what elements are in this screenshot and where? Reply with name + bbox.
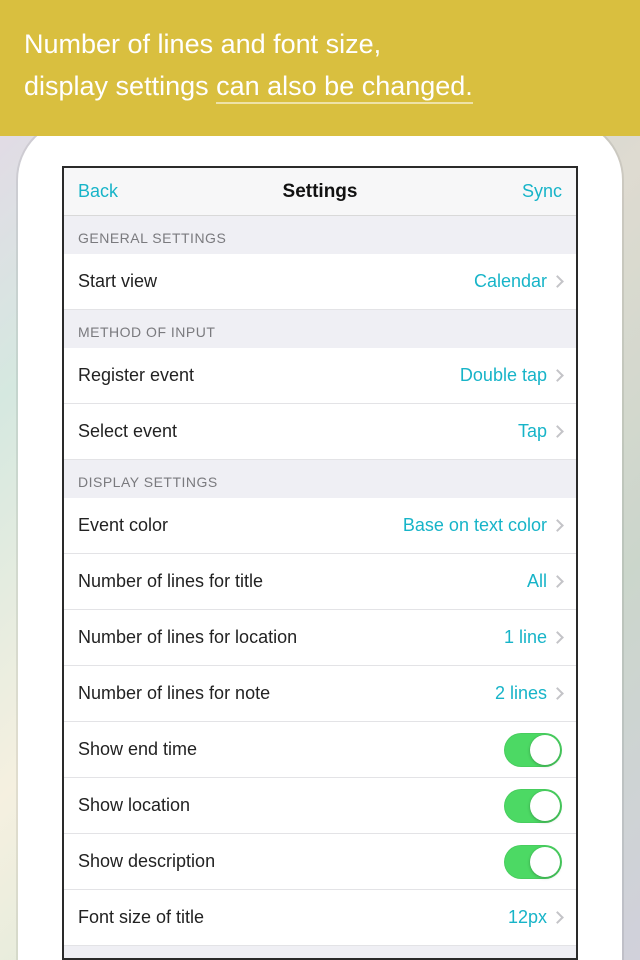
row-label: Register event — [78, 365, 194, 386]
toggle-show-description[interactable] — [504, 845, 562, 879]
row-event-color[interactable]: Event color Base on text color — [64, 498, 576, 554]
row-start-view[interactable]: Start view Calendar — [64, 254, 576, 310]
row-value: 2 lines — [495, 683, 562, 704]
row-value-text: All — [527, 571, 547, 592]
row-label: Number of lines for title — [78, 571, 263, 592]
row-value-text: Double tap — [460, 365, 547, 386]
chevron-right-icon — [551, 631, 564, 644]
row-show-end-time[interactable]: Show end time — [64, 722, 576, 778]
row-lines-title[interactable]: Number of lines for title All — [64, 554, 576, 610]
app-window: Back Settings Sync GENERAL SETTINGS Star… — [62, 166, 578, 960]
row-value-text: Base on text color — [403, 515, 547, 536]
row-value-text: 12px — [508, 907, 547, 928]
row-label: Font size of title — [78, 907, 204, 928]
row-value: Base on text color — [403, 515, 562, 536]
nav-bar: Back Settings Sync — [64, 168, 576, 216]
row-label: Number of lines for location — [78, 627, 297, 648]
row-value-text: 1 line — [504, 627, 547, 648]
section-general: GENERAL SETTINGS — [64, 216, 576, 254]
toggle-knob — [530, 791, 560, 821]
toggle-show-end-time[interactable] — [504, 733, 562, 767]
row-label: Start view — [78, 271, 157, 292]
banner-line2b: can also be changed. — [216, 71, 473, 104]
chevron-right-icon — [551, 425, 564, 438]
chevron-right-icon — [551, 687, 564, 700]
row-value: Double tap — [460, 365, 562, 386]
row-show-description[interactable]: Show description — [64, 834, 576, 890]
row-value-text: Tap — [518, 421, 547, 442]
banner-line2a: display settings — [24, 71, 216, 101]
section-display: DISPLAY SETTINGS — [64, 460, 576, 498]
row-value: Tap — [518, 421, 562, 442]
row-label: Event color — [78, 515, 168, 536]
chevron-right-icon — [551, 519, 564, 532]
chevron-right-icon — [551, 911, 564, 924]
back-button[interactable]: Back — [78, 181, 118, 202]
marketing-banner: Number of lines and font size, display s… — [0, 0, 640, 136]
row-value: All — [527, 571, 562, 592]
row-register-event[interactable]: Register event Double tap — [64, 348, 576, 404]
row-label: Show description — [78, 851, 215, 872]
toggle-knob — [530, 735, 560, 765]
row-value: 1 line — [504, 627, 562, 648]
page-title: Settings — [283, 181, 358, 203]
chevron-right-icon — [551, 275, 564, 288]
sync-button[interactable]: Sync — [522, 181, 562, 202]
row-label: Select event — [78, 421, 177, 442]
row-value-text: 2 lines — [495, 683, 547, 704]
row-lines-note[interactable]: Number of lines for note 2 lines — [64, 666, 576, 722]
chevron-right-icon — [551, 369, 564, 382]
row-label: Show end time — [78, 739, 197, 760]
row-value-text: Calendar — [474, 271, 547, 292]
chevron-right-icon — [551, 575, 564, 588]
row-lines-location[interactable]: Number of lines for location 1 line — [64, 610, 576, 666]
row-value: Calendar — [474, 271, 562, 292]
toggle-show-location[interactable] — [504, 789, 562, 823]
banner-line2: display settings can also be changed. — [24, 66, 616, 108]
section-method: METHOD OF INPUT — [64, 310, 576, 348]
phone-shell: Back Settings Sync GENERAL SETTINGS Star… — [18, 120, 622, 960]
row-value: 12px — [508, 907, 562, 928]
row-label: Show location — [78, 795, 190, 816]
row-show-location[interactable]: Show location — [64, 778, 576, 834]
banner-line1: Number of lines and font size, — [24, 24, 616, 66]
row-font-title[interactable]: Font size of title 12px — [64, 890, 576, 946]
row-label: Number of lines for note — [78, 683, 270, 704]
row-select-event[interactable]: Select event Tap — [64, 404, 576, 460]
toggle-knob — [530, 847, 560, 877]
settings-list: GENERAL SETTINGS Start view Calendar MET… — [64, 216, 576, 946]
